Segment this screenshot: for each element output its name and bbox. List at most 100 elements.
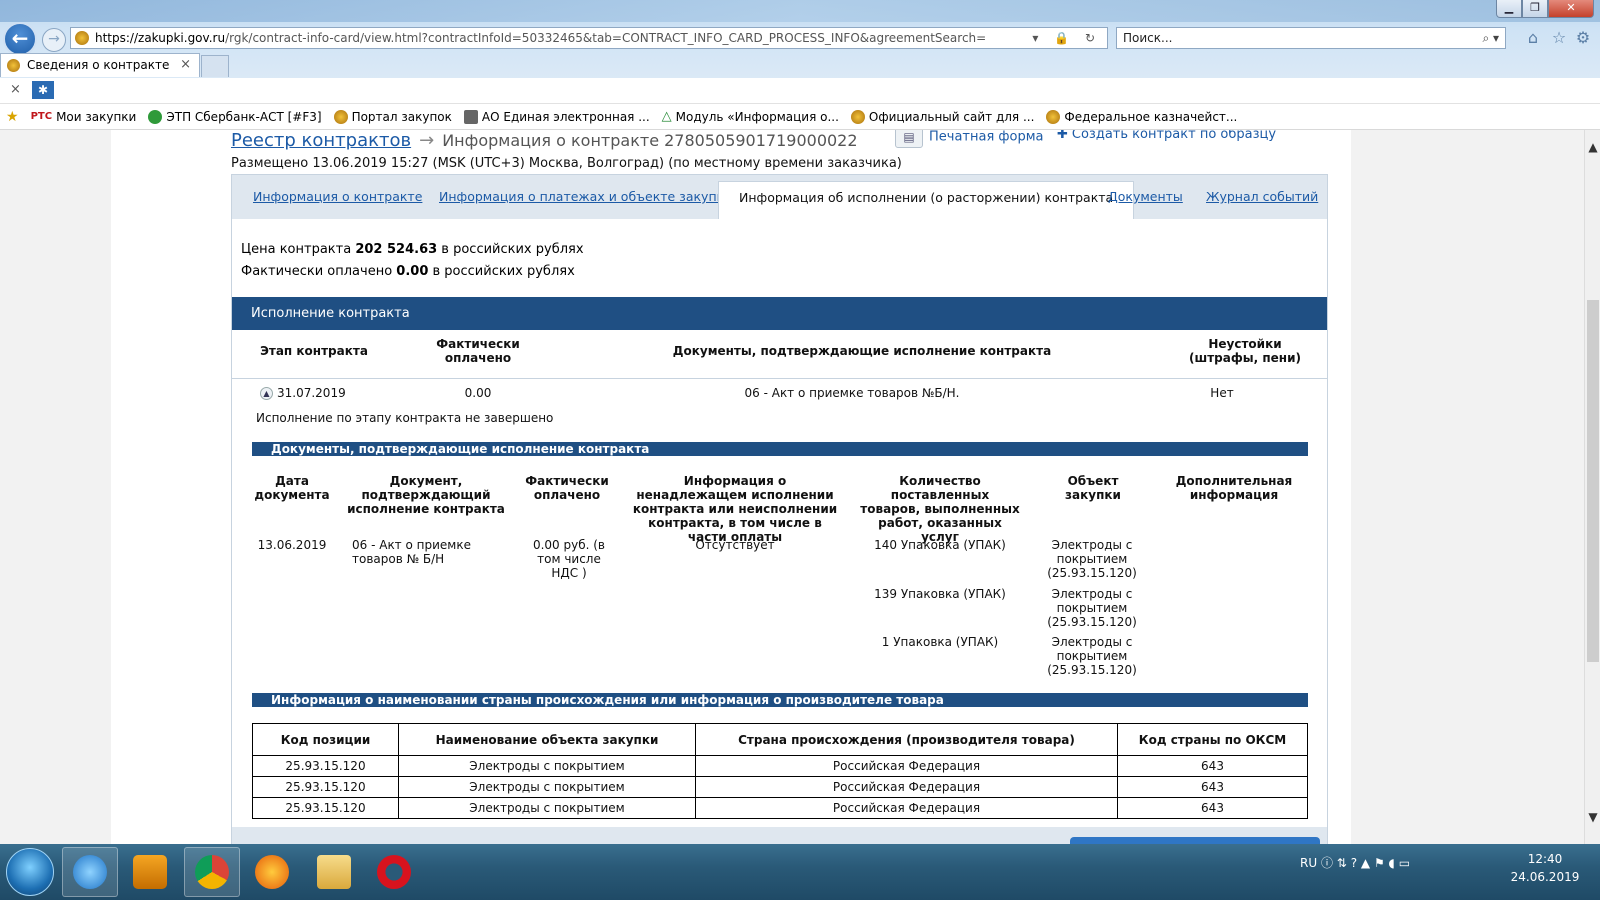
clock[interactable]: 12:40 24.06.2019: [1500, 850, 1590, 886]
new-tab-button[interactable]: [201, 55, 229, 77]
chrome-icon[interactable]: [184, 847, 240, 897]
breadcrumb-root-link[interactable]: Реестр контрактов: [231, 130, 411, 151]
paid-label: Фактически оплачено: [241, 264, 393, 279]
favorite-link[interactable]: Официальный сайт для ...: [850, 109, 1034, 124]
tab-contract-info[interactable]: Информация о контракте: [253, 189, 422, 204]
create-contract-label: Создать контракт по образцу: [1071, 130, 1277, 142]
volume-icon[interactable]: ◖: [1389, 856, 1395, 870]
plus-icon: ✚: [1057, 130, 1068, 142]
language-indicator[interactable]: RU: [1300, 856, 1317, 870]
rts-logo-icon: РТС: [30, 111, 53, 122]
action-center-flag-icon[interactable]: ⚑: [1374, 856, 1385, 870]
internet-explorer-icon[interactable]: [62, 847, 118, 897]
tab-payments[interactable]: Информация о платежах и объекте закупки: [439, 189, 732, 204]
paid-value: 0.00: [396, 264, 429, 279]
price-label: Цена контракта: [241, 242, 352, 257]
page-viewport: Реестр контрактов → Информация о контракте…: [0, 130, 1584, 844]
help-icon[interactable]: ⓘ: [1321, 856, 1333, 870]
favorite-link[interactable]: Портал закупок: [333, 109, 452, 124]
favorite-link[interactable]: АО Единая электронная ...: [463, 109, 650, 124]
favorite-label: Мои закупки: [56, 109, 137, 124]
origin-table: Код позиции Наименование объекта закупки…: [252, 723, 1308, 819]
site-emblem-icon: [75, 31, 89, 45]
paid-line: Фактически оплачено 0.00 в российских ру…: [241, 261, 584, 283]
favorites-star-icon[interactable]: ☆: [1550, 29, 1568, 47]
show-hidden-icon[interactable]: ▲: [1361, 856, 1370, 870]
browser-tab-active[interactable]: Сведения о контракте ×: [0, 53, 200, 77]
doc-name: 06 - Акт о приемке товаров № Б/Н: [352, 538, 471, 566]
favorite-link[interactable]: △ Модуль «Информация о...: [662, 109, 839, 124]
tab-title: Сведения о контракте: [27, 58, 170, 72]
breadcrumb-current: Информация о контракте 27805059017190000…: [442, 131, 858, 150]
table-row: ▲ 31.07.2019: [260, 386, 346, 400]
print-form-link[interactable]: ▤ Печатная форма: [895, 130, 1044, 148]
card-footer: [232, 827, 1327, 844]
maximize-button[interactable]: ❐: [1522, 0, 1548, 18]
emblem-icon: [1046, 109, 1061, 124]
favorite-link[interactable]: ЭТП Сбербанк-АСТ [#F3]: [148, 109, 322, 124]
favorite-link[interactable]: Федеральное казначейст...: [1046, 109, 1237, 124]
docs-section-header: Документы, подтверждающие исполнение кон…: [252, 442, 1308, 456]
col-country: Страна происхождения (производителя това…: [695, 723, 1118, 756]
address-actions[interactable]: ▾ 🔒 ↻: [1032, 28, 1101, 48]
back-button[interactable]: ←: [3, 22, 37, 56]
col-doc-date: Дата документа: [254, 474, 330, 502]
search-icon[interactable]: ⌕ ▾: [1482, 28, 1499, 48]
stage-penalties: Нет: [1210, 386, 1234, 400]
tab-event-log[interactable]: Журнал событий: [1206, 189, 1318, 204]
col-position-code: Код позиции: [252, 723, 399, 756]
start-button[interactable]: [6, 848, 54, 896]
address-bar[interactable]: https://zakupki.gov.ru/rgk/contract-info…: [70, 27, 1108, 49]
page-content: Реестр контрактов → Информация о контракте…: [111, 130, 1351, 844]
title-bar: [0, 0, 1600, 22]
col-doc-object: Объект закупки: [1065, 474, 1121, 502]
search-placeholder: Поиск...: [1123, 31, 1173, 45]
stage-paid: 0.00: [464, 386, 492, 400]
media-player-icon[interactable]: [122, 847, 178, 897]
favorites-star-icon[interactable]: ★: [6, 109, 19, 125]
scroll-thumb[interactable]: [1587, 300, 1599, 662]
table-row: 25.93.15.120 Электроды с покрытием Росси…: [252, 755, 1308, 777]
network-icon[interactable]: ⇅: [1337, 856, 1347, 870]
create-contract-link[interactable]: ✚ Создать контракт по образцу: [1057, 130, 1276, 142]
home-icon[interactable]: ⌂: [1524, 29, 1542, 47]
favorite-link[interactable]: РТС Мои закупки: [31, 110, 137, 124]
firefox-icon[interactable]: [244, 847, 300, 897]
doc-date: 13.06.2019: [257, 538, 327, 552]
col-doc-info: Информация о ненадлежащем исполнении кон…: [632, 474, 838, 544]
opera-icon[interactable]: [366, 847, 422, 897]
doc-object: Электроды с покрытием (25.93.15.120): [1047, 538, 1137, 580]
close-window-button[interactable]: ✕: [1548, 0, 1594, 18]
cell-object-name: Электроды с покрытием: [398, 797, 696, 819]
forward-button[interactable]: →: [42, 28, 66, 52]
emblem-icon: [333, 109, 348, 124]
cell-country: Российская Федерация: [695, 797, 1118, 819]
cell-position-code: 25.93.15.120: [252, 797, 399, 819]
eets-icon: [463, 109, 478, 124]
extension-icon[interactable]: ✱: [32, 81, 54, 99]
minimize-button[interactable]: ▁: [1496, 0, 1522, 18]
arrow-right-icon: →: [419, 130, 435, 151]
help-question-icon[interactable]: ?: [1351, 856, 1357, 870]
scroll-up-icon[interactable]: ▲: [1585, 140, 1600, 156]
tab-execution[interactable]: Информация об исполнении (о расторжении)…: [718, 181, 1135, 219]
clock-time: 12:40: [1527, 852, 1563, 866]
gear-icon[interactable]: ⚙: [1574, 29, 1592, 47]
doc-paid: 0.00 руб. (в том числе НДС ): [532, 538, 606, 580]
tab-documents[interactable]: Документы: [1108, 189, 1183, 204]
origin-section-header: Информация о наименовании страны происхо…: [252, 693, 1308, 707]
scroll-down-icon[interactable]: ▼: [1585, 810, 1600, 826]
col-doc-qty: Количество поставленных товаров, выполне…: [860, 474, 1020, 544]
collapse-toggle-icon[interactable]: ▲: [260, 387, 273, 400]
close-tab-icon[interactable]: ×: [180, 54, 191, 76]
favorite-label: ЭТП Сбербанк-АСТ [#F3]: [166, 109, 322, 124]
display-icon[interactable]: ▭: [1399, 856, 1410, 870]
table-header-row: Код позиции Наименование объекта закупки…: [252, 723, 1308, 756]
vertical-scrollbar[interactable]: ▲ ▼: [1584, 130, 1600, 844]
col-doc-extra: Дополнительная информация: [1175, 474, 1293, 502]
close-bar-icon[interactable]: ×: [10, 82, 21, 97]
url-path: /rgk/contract-info-card/view.html?contra…: [225, 31, 987, 45]
search-input[interactable]: Поиск... ⌕ ▾: [1116, 27, 1506, 49]
file-explorer-icon[interactable]: [306, 847, 362, 897]
footer-button[interactable]: [1070, 837, 1320, 844]
